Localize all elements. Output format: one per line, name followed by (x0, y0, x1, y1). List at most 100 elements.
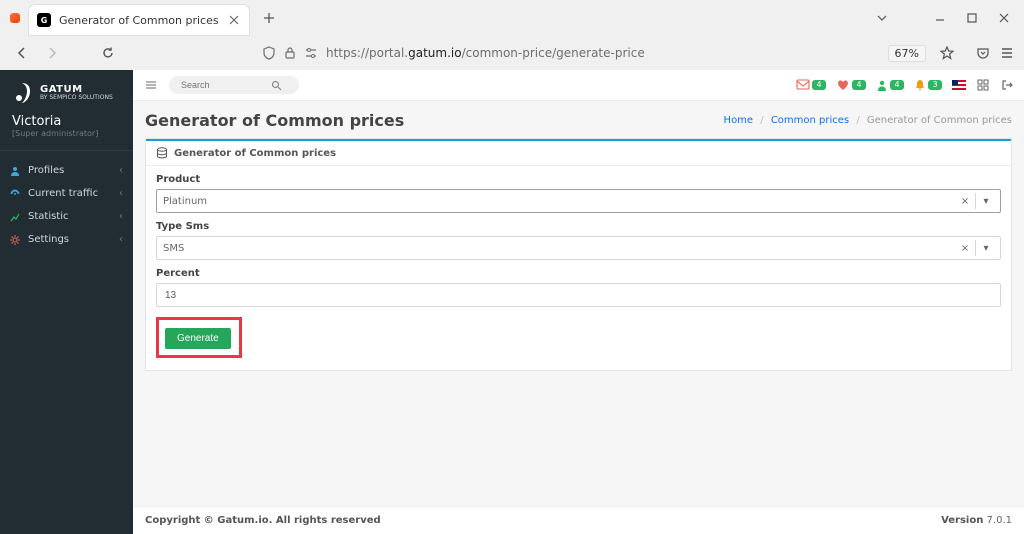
mail-icon (796, 79, 810, 91)
hamburger-icon[interactable] (143, 77, 159, 93)
percent-label: Percent (156, 268, 1001, 279)
close-tab-icon[interactable] (227, 13, 241, 27)
bell-icon (914, 79, 926, 91)
breadcrumb: Home / Common prices / Generator of Comm… (724, 115, 1012, 126)
sidebar-item-settings[interactable]: Settings ‹ (0, 228, 133, 251)
notif-badge-b[interactable]: 4 (836, 79, 866, 91)
topbar: 4 4 4 3 (133, 70, 1024, 101)
maximize-button[interactable] (958, 4, 986, 32)
panel-header: Generator of Common prices (146, 141, 1011, 166)
flag-icon[interactable] (952, 78, 966, 92)
chevron-left-icon: ‹ (119, 165, 123, 176)
zoom-level[interactable]: 67% (888, 45, 926, 62)
user-name: Victoria (12, 114, 121, 129)
browser-tab[interactable]: G Generator of Common prices (29, 5, 249, 35)
notif-badge-c[interactable]: 4 (876, 79, 904, 91)
database-icon (156, 147, 168, 159)
generate-highlight: Generate (156, 317, 242, 358)
users-icon (10, 166, 20, 176)
user-role: [Super administrator] (12, 129, 121, 138)
page: Generator of Common prices Home / Common… (133, 101, 1024, 373)
product-label: Product (156, 174, 1001, 185)
gear-icon (10, 235, 20, 245)
tab-overflow-icon[interactable] (868, 4, 896, 32)
bookmark-icon[interactable] (940, 46, 954, 60)
brand-logo (12, 82, 32, 104)
close-window-button[interactable] (990, 4, 1018, 32)
search-box[interactable] (169, 76, 299, 94)
page-title: Generator of Common prices (145, 111, 404, 130)
user-icon (876, 79, 888, 91)
lock-icon (284, 46, 296, 60)
url-text: https://portal.gatum.io/common-price/gen… (326, 46, 645, 60)
search-icon[interactable] (271, 80, 282, 91)
sidebar-separator (0, 150, 133, 151)
brand-text: GATUM BY SEMPICO SOLUTIONS (40, 85, 113, 101)
content: 4 4 4 3 Genera (133, 70, 1024, 534)
sidebar-item-label: Current traffic (28, 188, 98, 199)
breadcrumb-home[interactable]: Home (724, 115, 754, 126)
new-tab-button[interactable] (257, 6, 281, 30)
chevron-down-icon[interactable]: ▾ (978, 243, 994, 254)
tab-title: Generator of Common prices (59, 14, 219, 27)
heart-icon (836, 79, 850, 91)
chart-icon (10, 212, 20, 222)
sidebar-item-label: Settings (28, 234, 69, 245)
tune-icon (304, 46, 318, 60)
browser-chrome: G Generator of Common prices (0, 0, 1024, 71)
version-number: 7.0.1 (987, 515, 1012, 526)
app-root: GATUM BY SEMPICO SOLUTIONS Victoria [Sup… (0, 70, 1024, 534)
grid-icon[interactable] (976, 78, 990, 92)
sidebar-item-profiles[interactable]: Profiles ‹ (0, 159, 133, 182)
product-select[interactable]: Platinum × ▾ (156, 189, 1001, 213)
field-product: Product Platinum × ▾ (156, 174, 1001, 213)
chevron-left-icon: ‹ (119, 211, 123, 222)
sidebar-item-label: Statistic (28, 211, 69, 222)
breadcrumb-parent[interactable]: Common prices (771, 115, 849, 126)
chevron-left-icon: ‹ (119, 234, 123, 245)
clear-icon[interactable]: × (957, 243, 973, 254)
type-label: Type Sms (156, 221, 1001, 232)
sidebar-item-statistic[interactable]: Statistic ‹ (0, 205, 133, 228)
logout-icon[interactable] (1000, 78, 1014, 92)
brand: GATUM BY SEMPICO SOLUTIONS (0, 70, 133, 110)
firefox-icon (10, 13, 20, 23)
app-menu-icon[interactable] (1000, 46, 1014, 60)
site-security-icons (262, 46, 318, 60)
type-select[interactable]: SMS × ▾ (156, 236, 1001, 260)
forward-button[interactable] (40, 41, 64, 65)
address-area[interactable]: https://portal.gatum.io/common-price/gen… (126, 45, 960, 62)
version-label: Version (941, 515, 983, 526)
sidebar-item-label: Profiles (28, 165, 64, 176)
breadcrumb-current: Generator of Common prices (867, 115, 1012, 126)
product-value: Platinum (163, 196, 207, 207)
minimize-button[interactable] (926, 4, 954, 32)
panel-title: Generator of Common prices (174, 148, 336, 159)
pocket-icon[interactable] (976, 46, 990, 60)
shield-icon (262, 46, 276, 60)
search-input[interactable] (179, 79, 263, 91)
footer-copyright: Copyright © Gatum.io. All rights reserve… (145, 515, 381, 526)
notif-badge-d[interactable]: 3 (914, 79, 942, 91)
sidebar: GATUM BY SEMPICO SOLUTIONS Victoria [Sup… (0, 70, 133, 534)
percent-input[interactable] (163, 289, 994, 302)
window-controls (926, 4, 1018, 32)
percent-input-wrap[interactable] (156, 283, 1001, 307)
url-bar: https://portal.gatum.io/common-price/gen… (0, 36, 1024, 70)
generate-button[interactable]: Generate (165, 328, 231, 349)
sidebar-item-traffic[interactable]: Current traffic ‹ (0, 182, 133, 205)
chevron-left-icon: ‹ (119, 188, 123, 199)
reload-button[interactable] (96, 41, 120, 65)
field-percent: Percent (156, 268, 1001, 307)
type-value: SMS (163, 243, 184, 254)
page-head: Generator of Common prices Home / Common… (145, 111, 1012, 130)
footer: Copyright © Gatum.io. All rights reserve… (133, 506, 1024, 534)
panel-body: Product Platinum × ▾ Type Sms (146, 166, 1011, 370)
clear-icon[interactable]: × (957, 196, 973, 207)
panel: Generator of Common prices Product Plati… (145, 138, 1012, 371)
tab-favicon: G (37, 13, 51, 27)
chevron-down-icon[interactable]: ▾ (978, 196, 994, 207)
topbar-icons: 4 4 4 3 (796, 78, 1014, 92)
back-button[interactable] (10, 41, 34, 65)
notif-badge-a[interactable]: 4 (796, 79, 826, 91)
